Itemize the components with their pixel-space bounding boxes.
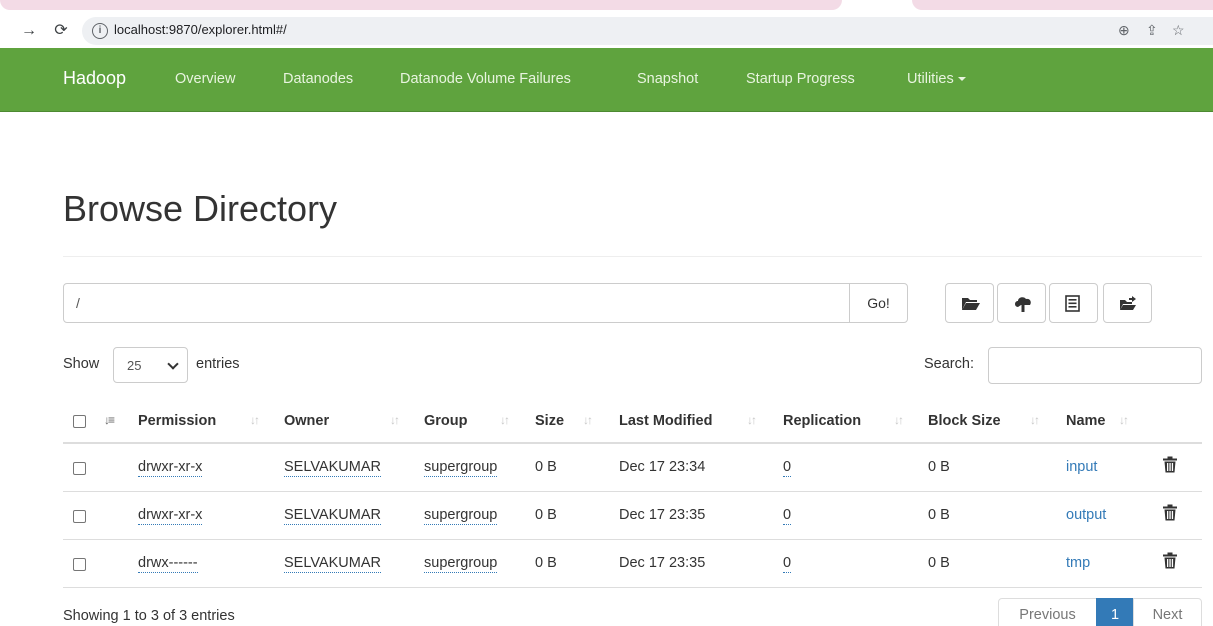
- cell-block-size: 0 B: [928, 555, 950, 571]
- pagination-next-button[interactable]: Next: [1133, 598, 1202, 626]
- header-group[interactable]: Group: [424, 413, 468, 429]
- cell-permission[interactable]: drwxr-xr-x: [138, 459, 203, 477]
- entries-select-value: 25: [127, 358, 142, 373]
- nav-link-datanodes[interactable]: Datanodes: [283, 71, 353, 87]
- sort-icon[interactable]: ↓↑: [250, 413, 260, 427]
- nav-link-utilities-label: Utilities: [907, 71, 954, 87]
- row-checkbox[interactable]: [73, 510, 86, 523]
- cell-last-modified: Dec 17 23:34: [619, 459, 706, 475]
- chevron-down-icon: [167, 358, 179, 370]
- entries-label: entries: [196, 356, 240, 372]
- cell-block-size: 0 B: [928, 459, 950, 475]
- cell-block-size: 0 B: [928, 507, 950, 523]
- header-name[interactable]: Name: [1066, 413, 1106, 429]
- cell-name-link[interactable]: input: [1066, 459, 1097, 475]
- search-label: Search:: [924, 356, 974, 372]
- table-row: drwxr-xr-x SELVAKUMAR supergroup 0 B Dec…: [63, 492, 1202, 540]
- sort-icon[interactable]: ↓↑: [500, 413, 510, 427]
- table-row: drwxr-xr-x SELVAKUMAR supergroup 0 B Dec…: [63, 444, 1202, 492]
- header-size[interactable]: Size: [535, 413, 564, 429]
- forward-icon[interactable]: →: [18, 20, 40, 42]
- nav-dropdown-utilities[interactable]: Utilities: [907, 71, 966, 87]
- caret-down-icon: [957, 77, 966, 82]
- cell-replication[interactable]: 0: [783, 507, 792, 525]
- site-info-icon[interactable]: i: [92, 23, 108, 39]
- sort-icon[interactable]: ↓↑: [747, 413, 757, 427]
- paste-button[interactable]: [1103, 283, 1152, 323]
- sort-icon[interactable]: ↓↑: [390, 413, 400, 427]
- select-all-checkbox[interactable]: [73, 415, 86, 428]
- create-directory-button[interactable]: [945, 283, 994, 323]
- cell-size: 0 B: [535, 507, 557, 523]
- folder-open-icon: [962, 298, 980, 310]
- pagination-previous-button[interactable]: Previous: [998, 598, 1097, 626]
- row-checkbox[interactable]: [73, 462, 86, 475]
- cell-group[interactable]: supergroup: [424, 555, 498, 573]
- pagination-page-1[interactable]: 1: [1096, 598, 1134, 626]
- cell-permission[interactable]: drwx------: [138, 555, 198, 573]
- cell-owner[interactable]: SELVAKUMAR: [284, 507, 381, 525]
- sort-desc-icon[interactable]: ↓≡: [104, 413, 115, 427]
- cell-size: 0 B: [535, 459, 557, 475]
- table-info-text: Showing 1 to 3 of 3 entries: [63, 608, 235, 624]
- browser-tab[interactable]: [912, 0, 1213, 10]
- bookmark-star-icon[interactable]: ☆: [1172, 22, 1185, 39]
- cell-name-link[interactable]: tmp: [1066, 555, 1090, 571]
- url-text[interactable]: localhost:9870/explorer.html#/: [114, 22, 287, 37]
- zoom-icon[interactable]: ⊕: [1118, 22, 1130, 39]
- trash-icon[interactable]: [1163, 504, 1177, 521]
- omnibox[interactable]: i localhost:9870/explorer.html#/ ⊕ ⇪ ☆: [82, 17, 1213, 45]
- cell-group[interactable]: supergroup: [424, 507, 498, 525]
- trash-icon[interactable]: [1163, 552, 1177, 569]
- navbar-brand[interactable]: Hadoop: [63, 68, 126, 89]
- sort-icon[interactable]: ↓↑: [1119, 413, 1129, 427]
- directory-path-input[interactable]: /: [63, 283, 850, 323]
- cut-list-button[interactable]: [1049, 283, 1098, 323]
- path-input-group: / Go!: [63, 283, 908, 323]
- cloud-upload-icon: [1015, 297, 1031, 312]
- nav-link-overview[interactable]: Overview: [175, 71, 235, 87]
- divider: [63, 256, 1202, 257]
- folder-move-icon: [1120, 296, 1136, 310]
- browser-address-bar: → ⟳ i localhost:9870/explorer.html#/ ⊕ ⇪…: [0, 14, 1213, 48]
- browser-tab[interactable]: [0, 0, 842, 10]
- cell-owner[interactable]: SELVAKUMAR: [284, 555, 381, 573]
- cell-replication[interactable]: 0: [783, 555, 792, 573]
- header-last-modified[interactable]: Last Modified: [619, 413, 712, 429]
- nav-link-startup-progress[interactable]: Startup Progress: [746, 71, 855, 87]
- top-navbar: Hadoop Overview Datanodes Datanode Volum…: [0, 48, 1213, 112]
- cell-size: 0 B: [535, 555, 557, 571]
- sort-icon[interactable]: ↓↑: [894, 413, 904, 427]
- file-table: ↓≡ Permission ↓↑ Owner ↓↑ Group ↓↑ Size …: [63, 398, 1202, 588]
- browser-tab-strip: [0, 0, 1213, 14]
- cell-last-modified: Dec 17 23:35: [619, 555, 706, 571]
- nav-link-snapshot[interactable]: Snapshot: [637, 71, 698, 87]
- cell-permission[interactable]: drwxr-xr-x: [138, 507, 203, 525]
- cell-owner[interactable]: SELVAKUMAR: [284, 459, 381, 477]
- share-icon[interactable]: ⇪: [1146, 22, 1158, 39]
- page-title: Browse Directory: [63, 188, 338, 229]
- reload-icon[interactable]: ⟳: [50, 20, 72, 42]
- sort-icon[interactable]: ↓↑: [583, 413, 593, 427]
- cell-last-modified: Dec 17 23:35: [619, 507, 706, 523]
- table-row: drwx------ SELVAKUMAR supergroup 0 B Dec…: [63, 540, 1202, 588]
- go-button[interactable]: Go!: [849, 283, 908, 323]
- entries-per-page-select[interactable]: 25: [113, 347, 188, 383]
- row-checkbox[interactable]: [73, 558, 86, 571]
- trash-icon[interactable]: [1163, 456, 1177, 473]
- sort-icon[interactable]: ↓↑: [1030, 413, 1040, 427]
- header-owner[interactable]: Owner: [284, 413, 329, 429]
- table-header-row: ↓≡ Permission ↓↑ Owner ↓↑ Group ↓↑ Size …: [63, 398, 1202, 444]
- upload-files-button[interactable]: [997, 283, 1046, 323]
- header-block-size[interactable]: Block Size: [928, 413, 1001, 429]
- header-permission[interactable]: Permission: [138, 413, 216, 429]
- nav-link-datanode-volume-failures[interactable]: Datanode Volume Failures: [400, 71, 571, 87]
- search-input[interactable]: [988, 347, 1202, 384]
- list-icon: [1065, 295, 1080, 312]
- cell-name-link[interactable]: output: [1066, 507, 1106, 523]
- header-replication[interactable]: Replication: [783, 413, 861, 429]
- show-label: Show: [63, 356, 100, 372]
- cell-replication[interactable]: 0: [783, 459, 792, 477]
- cell-group[interactable]: supergroup: [424, 459, 498, 477]
